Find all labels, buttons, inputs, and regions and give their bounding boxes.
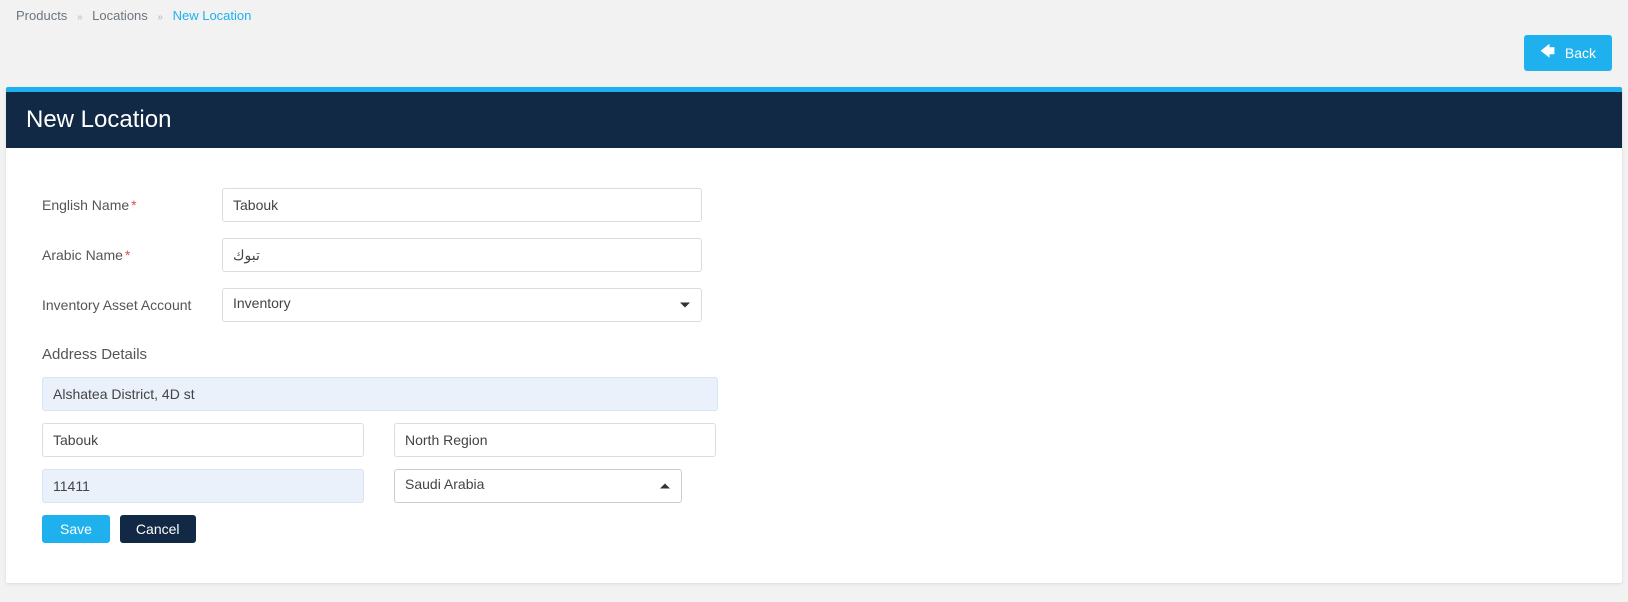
cancel-button[interactable]: Cancel — [120, 515, 196, 543]
address-country-selected: Saudi Arabia — [394, 469, 682, 503]
inventory-account-label: Inventory Asset Account — [42, 297, 222, 313]
breadcrumb-current: New Location — [173, 8, 252, 23]
address-region-input[interactable] — [394, 423, 716, 457]
back-button[interactable]: 🡄 Back — [1524, 35, 1612, 71]
breadcrumb-sep-icon: » — [157, 12, 163, 23]
breadcrumb-products[interactable]: Products — [16, 8, 67, 23]
required-mark-icon: * — [131, 197, 136, 213]
english-name-label: English Name* — [42, 197, 222, 213]
breadcrumb: Products » Locations » New Location — [0, 0, 1628, 27]
english-name-input[interactable] — [222, 188, 702, 222]
address-street-input[interactable] — [42, 377, 718, 411]
breadcrumb-locations[interactable]: Locations — [92, 8, 148, 23]
address-country-select[interactable]: Saudi Arabia — [394, 469, 682, 503]
new-location-card: New Location English Name* Arabic Name* … — [6, 87, 1622, 583]
arabic-name-label: Arabic Name* — [42, 247, 222, 263]
inventory-account-select[interactable]: Inventory — [222, 288, 702, 322]
breadcrumb-sep-icon: » — [77, 12, 83, 23]
back-button-label: Back — [1565, 45, 1596, 61]
required-mark-icon: * — [125, 247, 130, 263]
save-button[interactable]: Save — [42, 515, 110, 543]
inventory-account-selected: Inventory — [222, 288, 702, 322]
arabic-name-input[interactable] — [222, 238, 702, 272]
address-city-input[interactable] — [42, 423, 364, 457]
arrow-left-icon: 🡄 — [1540, 41, 1554, 65]
address-section-title: Address Details — [42, 346, 1586, 363]
card-title: New Location — [6, 92, 1622, 148]
address-postal-input[interactable] — [42, 469, 364, 503]
